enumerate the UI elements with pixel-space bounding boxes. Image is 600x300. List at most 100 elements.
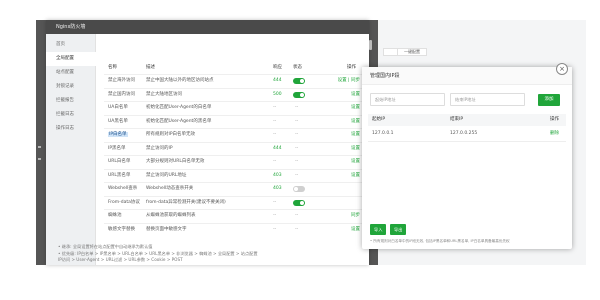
rule-action-link[interactable]: 设置 [351,102,360,115]
settings-panel: 名称 描述 响应 状态 操作 禁止海外访问 禁止中国大陆以外的地区访问站点 444 设… [96,34,369,265]
rule-name: 禁止海外访问 [108,75,144,88]
rule-name-text: UA黑名单 [108,118,128,124]
rule-name: 敏感文字替换 [108,224,144,237]
rule-name-text: 禁止海外访问 [108,78,135,83]
rule-response: -- [273,226,277,232]
notes: • 继承: 全局设置将在站点配置中自动继承为默认值 • 优先级: IP白名单 >… [58,244,358,264]
rule-name: URL白名单 [108,156,144,169]
rule-action-link[interactable]: 设置 [351,89,360,102]
rule-name-text: UA白名单 [108,105,128,110]
rule-name: 禁止国内访问 [108,89,144,102]
screen: 一键配置 Nginx防火墙 首页 全局配置 站点配置 封锁记录 拦截报告 拦截日志 操作日志… [0,0,600,300]
edge-mark [38,146,41,148]
rule-name-text: 禁止国内访问 [108,91,135,97]
delete-link[interactable]: 删除 [550,129,559,139]
rule-desc: 从蜘蛛池获取的蜘蛛列表 [146,213,196,218]
rule-response: 403 [273,172,282,178]
status-empty: -- [295,226,299,232]
rule-name: UA黑名单 [108,116,144,129]
status-empty: -- [295,145,299,151]
rule-desc: 禁止访问的IP [146,145,173,151]
status-toggle[interactable] [293,199,305,206]
table-row: 禁止国内访问 禁止大陆地区访问 500 设置 [104,87,362,102]
status-empty: -- [295,118,299,124]
sidebar: 首页 全局配置 站点配置 封锁记录 拦截报告 拦截日志 操作日志 [46,34,96,265]
rule-desc: 替换页面中敏感文字 [146,226,187,232]
dialog-titlebar [46,20,369,34]
note-line: IP访问 > User-Agent > URL过滤 > URL参数 > Cook… [58,257,183,262]
status-empty: -- [295,132,299,137]
rule-name-text: IP黑名单 [108,145,126,151]
rule-name: 蜘蛛池 [108,210,144,223]
rule-response: -- [273,105,277,110]
ip-note: • 所有规则对白名单中的IP段无效, 包括IP黑名单和URL黑名单, IP白名单… [370,239,510,243]
rule-name: IP白名单 [108,129,144,142]
rule-response: -- [273,132,277,137]
status-toggle[interactable] [293,91,305,98]
import-button[interactable]: 导入 [370,224,387,235]
firewall-dialog: Nginx防火墙 首页 全局配置 站点配置 封锁记录 拦截报告 拦截日志 操作日志 名称 描… [46,20,372,265]
col-ip-ops: 操作 [550,117,559,122]
rule-name: Webshell查杀 [108,183,144,196]
rule-desc: 所有规则对IP白名单无效 [146,132,196,137]
close-icon[interactable]: × [556,63,568,75]
rule-desc: 禁止大陆地区访问 [146,91,182,97]
status-toggle[interactable] [293,78,305,84]
ip-dialog-title: 管理国内IP段 [362,67,572,85]
table-row: URL黑名单 禁止访问的URL地址 403 -- 设置 [104,168,362,183]
status-empty: -- [295,172,299,178]
sidebar-item[interactable]: 首页 [46,38,96,52]
end-ip-input[interactable]: 结束IP地址 [450,93,525,106]
status-toggle[interactable] [293,186,305,192]
row-divider [368,141,566,142]
table-row: IP白名单 所有规则对IP白名单无效 -- -- 设置 [104,128,362,142]
rule-action-link[interactable]: 设置 [351,224,360,237]
rule-name-text: 蜘蛛池 [108,213,122,218]
rule-name-text: URL白名单 [108,159,131,164]
start-ip-input[interactable]: 起始IP地址 [370,93,445,106]
table-row: 敏感文字替换 替换页面中敏感文字 -- -- 设置 [104,222,362,237]
rule-name-text: 敏感文字替换 [108,226,135,232]
col-count: 响应 [273,65,282,70]
sidebar-item[interactable]: 拦截报告 [46,94,96,108]
rule-desc: 大部分规则对URL白名单无效 [146,159,205,164]
scrollbar[interactable] [369,40,372,50]
table-row: 蜘蛛池 从蜘蛛池获取的蜘蛛列表 -- -- 同步 [104,209,362,223]
dialog-title: Nginx防火墙 [56,24,86,30]
rule-response: -- [273,213,277,218]
rule-action-link[interactable]: 设置 [351,116,360,129]
sidebar-item[interactable]: 操作日志 [46,122,96,136]
sidebar-item[interactable]: 拦截日志 [46,108,96,122]
rule-response: 444 [273,78,282,83]
table-header: 名称 描述 响应 状态 操作 [104,62,362,74]
rule-action-link[interactable]: 设置 [351,170,360,183]
ip-end-cell: 127.0.0.255 [450,131,478,136]
rule-action-link[interactable]: 设置 [351,156,360,169]
status-empty: -- [295,213,299,218]
edge-mark [38,158,41,160]
rule-action-link[interactable]: 设置 [351,129,360,142]
export-button[interactable]: 导出 [390,224,407,235]
rule-name: From-data协议 [108,197,144,210]
rule-action-link[interactable]: 设置 [351,143,360,156]
col-start-ip: 起始IP [372,117,386,122]
sidebar-item[interactable]: 全局配置 [46,52,96,66]
rule-response: -- [273,199,277,205]
sidebar-item[interactable]: 封锁记录 [46,80,96,94]
col-end-ip: 结束IP [450,117,464,122]
rule-name: IP黑名单 [108,143,144,156]
rule-action-link[interactable]: 同步 [351,210,360,223]
table-row: URL白名单 大部分规则对URL白名单无效 -- -- 设置 [104,155,362,169]
sidebar-item[interactable]: 站点配置 [46,66,96,80]
rule-desc: 禁止访问的URL地址 [146,172,187,178]
rule-response: -- [273,118,277,124]
add-button[interactable]: 添加 [538,94,560,106]
col-ops: 操作 [347,65,356,70]
rule-desc: 初始化匹配User-Agent的黑名单 [146,118,212,124]
status-empty: -- [295,159,299,164]
table-row: IP黑名单 禁止访问的IP 444 -- 设置 [104,141,362,156]
ip-table-header [368,114,566,126]
rule-response: 403 [273,186,282,191]
rule-action-link[interactable]: 设置 | 同步 [338,75,360,88]
col-desc: 描述 [146,65,155,70]
